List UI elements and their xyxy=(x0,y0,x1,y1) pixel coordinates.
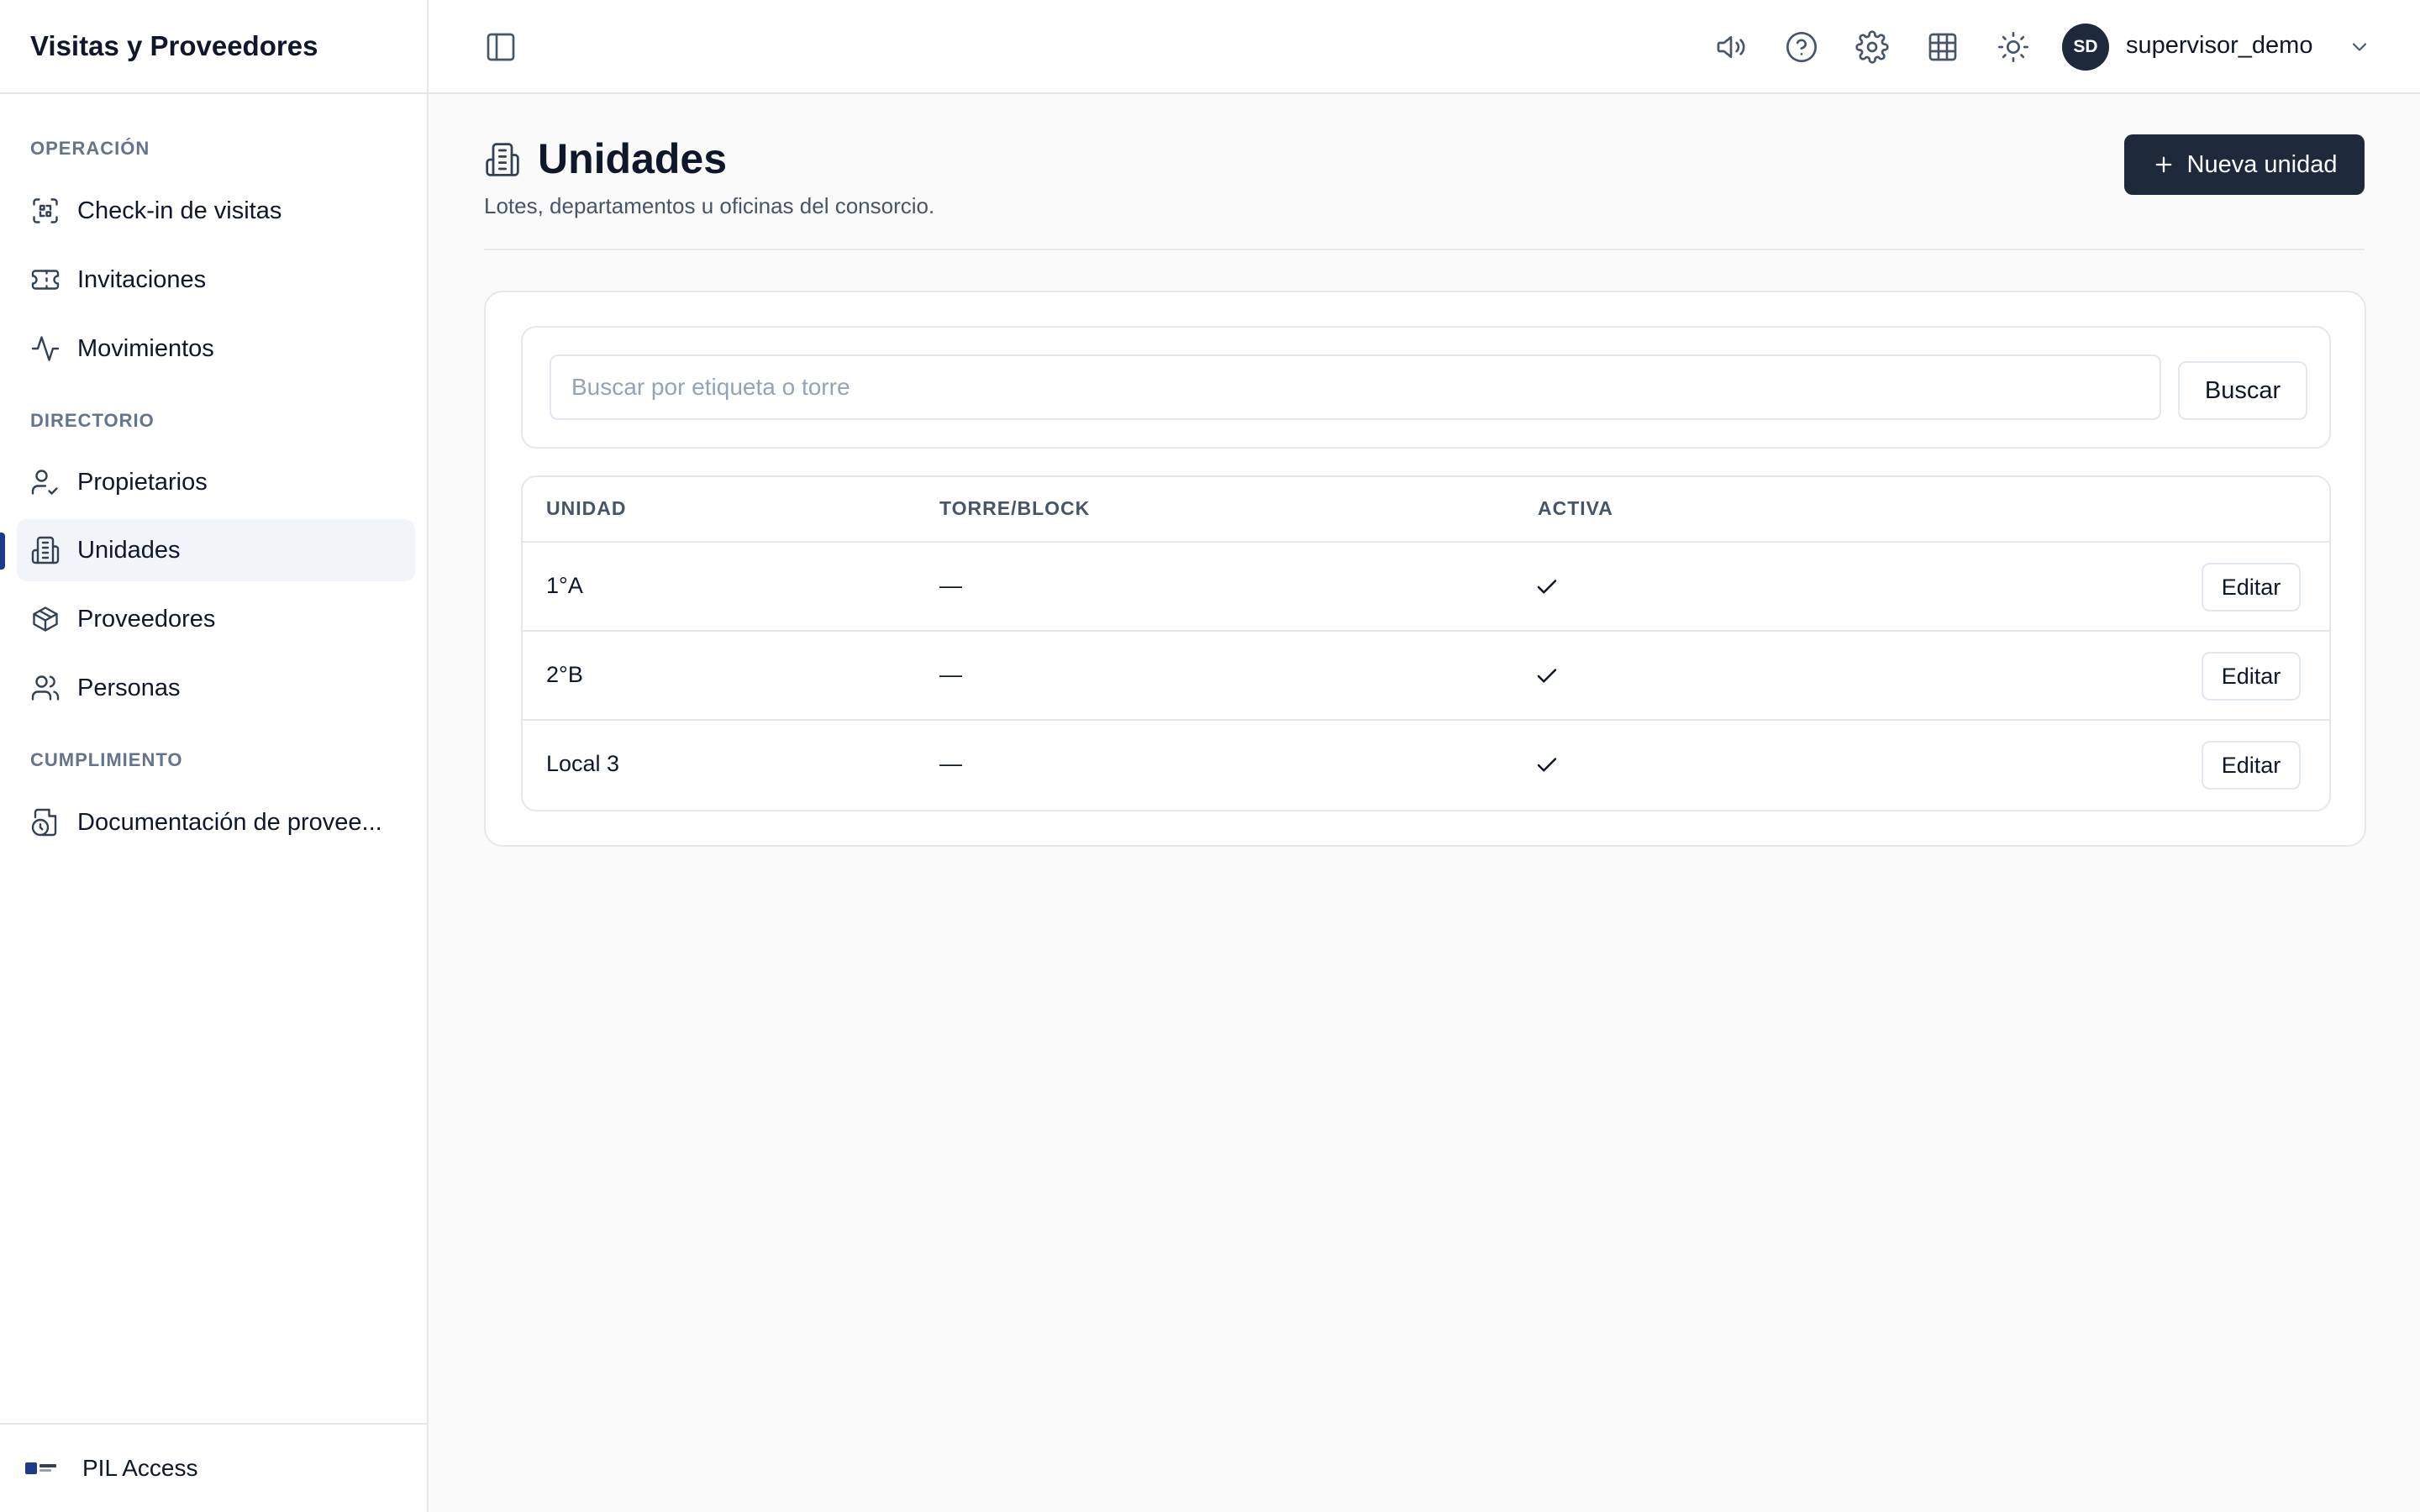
chevron-down-icon[interactable] xyxy=(2348,35,2371,59)
sidebar-item-documentacion[interactable]: Documentación de provee... xyxy=(17,791,415,853)
edit-button[interactable]: Editar xyxy=(2202,563,2301,612)
help-icon[interactable] xyxy=(1785,30,1818,64)
check-icon xyxy=(1537,580,1557,594)
cell-torre: — xyxy=(939,573,962,598)
user-check-icon xyxy=(31,470,58,495)
building-icon xyxy=(486,143,519,176)
sidebar-item-unidades[interactable]: Unidades xyxy=(17,519,415,581)
activity-icon xyxy=(31,336,60,361)
scan-icon xyxy=(33,198,58,223)
sidebar-item-invitaciones[interactable]: Invitaciones xyxy=(17,249,415,311)
edit-button[interactable]: Editar xyxy=(2202,741,2301,790)
divider xyxy=(484,249,2365,250)
sidebar-item-label: Invitaciones xyxy=(77,265,207,293)
cell-unidad: Local 3 xyxy=(546,751,620,776)
megaphone-icon[interactable] xyxy=(1714,30,1748,64)
building-icon xyxy=(31,536,60,564)
table-row: 2°B — Editar xyxy=(523,630,2329,719)
units-table: UNIDAD TORRE/BLOCK ACTIVA 1°A — Editar 2… xyxy=(521,475,2331,811)
footer-label: PIL Access xyxy=(82,1455,198,1481)
settings-icon[interactable] xyxy=(1855,30,1889,64)
file-clock-icon xyxy=(31,808,57,837)
column-header-torre: TORRE/BLOCK xyxy=(939,497,1091,519)
page-title: Unidades xyxy=(538,135,728,182)
sidebar-item-personas[interactable]: Personas xyxy=(17,657,415,719)
sidebar-toggle-icon[interactable] xyxy=(484,30,518,64)
cell-torre: — xyxy=(939,751,962,776)
sidebar-item-check-in[interactable]: Check-in de visitas xyxy=(17,180,415,242)
sidebar-section-operacion: OPERACIÓN xyxy=(30,138,150,159)
user-name[interactable]: supervisor_demo xyxy=(2126,32,2312,60)
new-unit-label: Nueva unidad xyxy=(2186,150,2338,178)
top-bar: SD supervisor_demo xyxy=(429,0,2420,94)
column-header-unidad: UNIDAD xyxy=(546,497,627,519)
sidebar-item-proveedores[interactable]: Proveedores xyxy=(17,588,415,650)
column-header-activa: ACTIVA xyxy=(1538,497,1613,519)
sidebar: Visitas y Proveedores OPERACIÓN Check-in… xyxy=(0,0,429,1512)
cell-unidad: 1°A xyxy=(546,573,583,598)
pil-logo-icon xyxy=(25,1462,56,1474)
sun-icon[interactable] xyxy=(1996,30,2030,64)
sidebar-item-label: Movimientos xyxy=(77,334,214,362)
app-title: Visitas y Proveedores xyxy=(0,0,427,94)
sidebar-footer[interactable]: PIL Access xyxy=(0,1423,427,1512)
sidebar-item-label: Documentación de provee... xyxy=(77,808,382,836)
check-icon xyxy=(1537,669,1557,683)
sidebar-section-directorio: DIRECTORIO xyxy=(30,410,155,431)
search-button[interactable]: Buscar xyxy=(2178,361,2307,420)
cell-unidad: 2°B xyxy=(546,662,583,687)
active-indicator xyxy=(0,533,5,570)
cell-torre: — xyxy=(939,662,962,687)
sidebar-item-label: Personas xyxy=(77,674,181,701)
ticket-icon xyxy=(31,270,60,290)
users-icon xyxy=(31,675,60,701)
units-card: Buscar UNIDAD TORRE/BLOCK ACTIVA 1°A — E… xyxy=(484,291,2366,847)
sidebar-item-propietarios[interactable]: Propietarios xyxy=(17,451,415,513)
sidebar-item-label: Check-in de visitas xyxy=(77,197,282,224)
table-row: Local 3 — Editar xyxy=(523,719,2329,808)
search-panel: Buscar xyxy=(521,326,2331,449)
new-unit-button[interactable]: Nueva unidad xyxy=(2124,134,2365,195)
check-icon xyxy=(1537,758,1557,772)
sidebar-item-label: Unidades xyxy=(77,536,181,564)
sidebar-section-cumplimiento: CUMPLIMIENTO xyxy=(30,749,183,770)
edit-button[interactable]: Editar xyxy=(2202,652,2301,701)
search-input[interactable] xyxy=(550,354,2161,420)
sidebar-item-label: Proveedores xyxy=(77,605,216,633)
table-row: 1°A — Editar xyxy=(523,541,2329,630)
avatar[interactable]: SD xyxy=(2062,24,2109,71)
plus-icon xyxy=(2155,156,2171,173)
package-icon xyxy=(33,606,58,632)
grid-icon[interactable] xyxy=(1926,30,1960,64)
sidebar-item-label: Propietarios xyxy=(77,468,208,496)
sidebar-item-movimientos[interactable]: Movimientos xyxy=(17,318,415,380)
page-subtitle: Lotes, departamentos u oficinas del cons… xyxy=(484,193,935,218)
